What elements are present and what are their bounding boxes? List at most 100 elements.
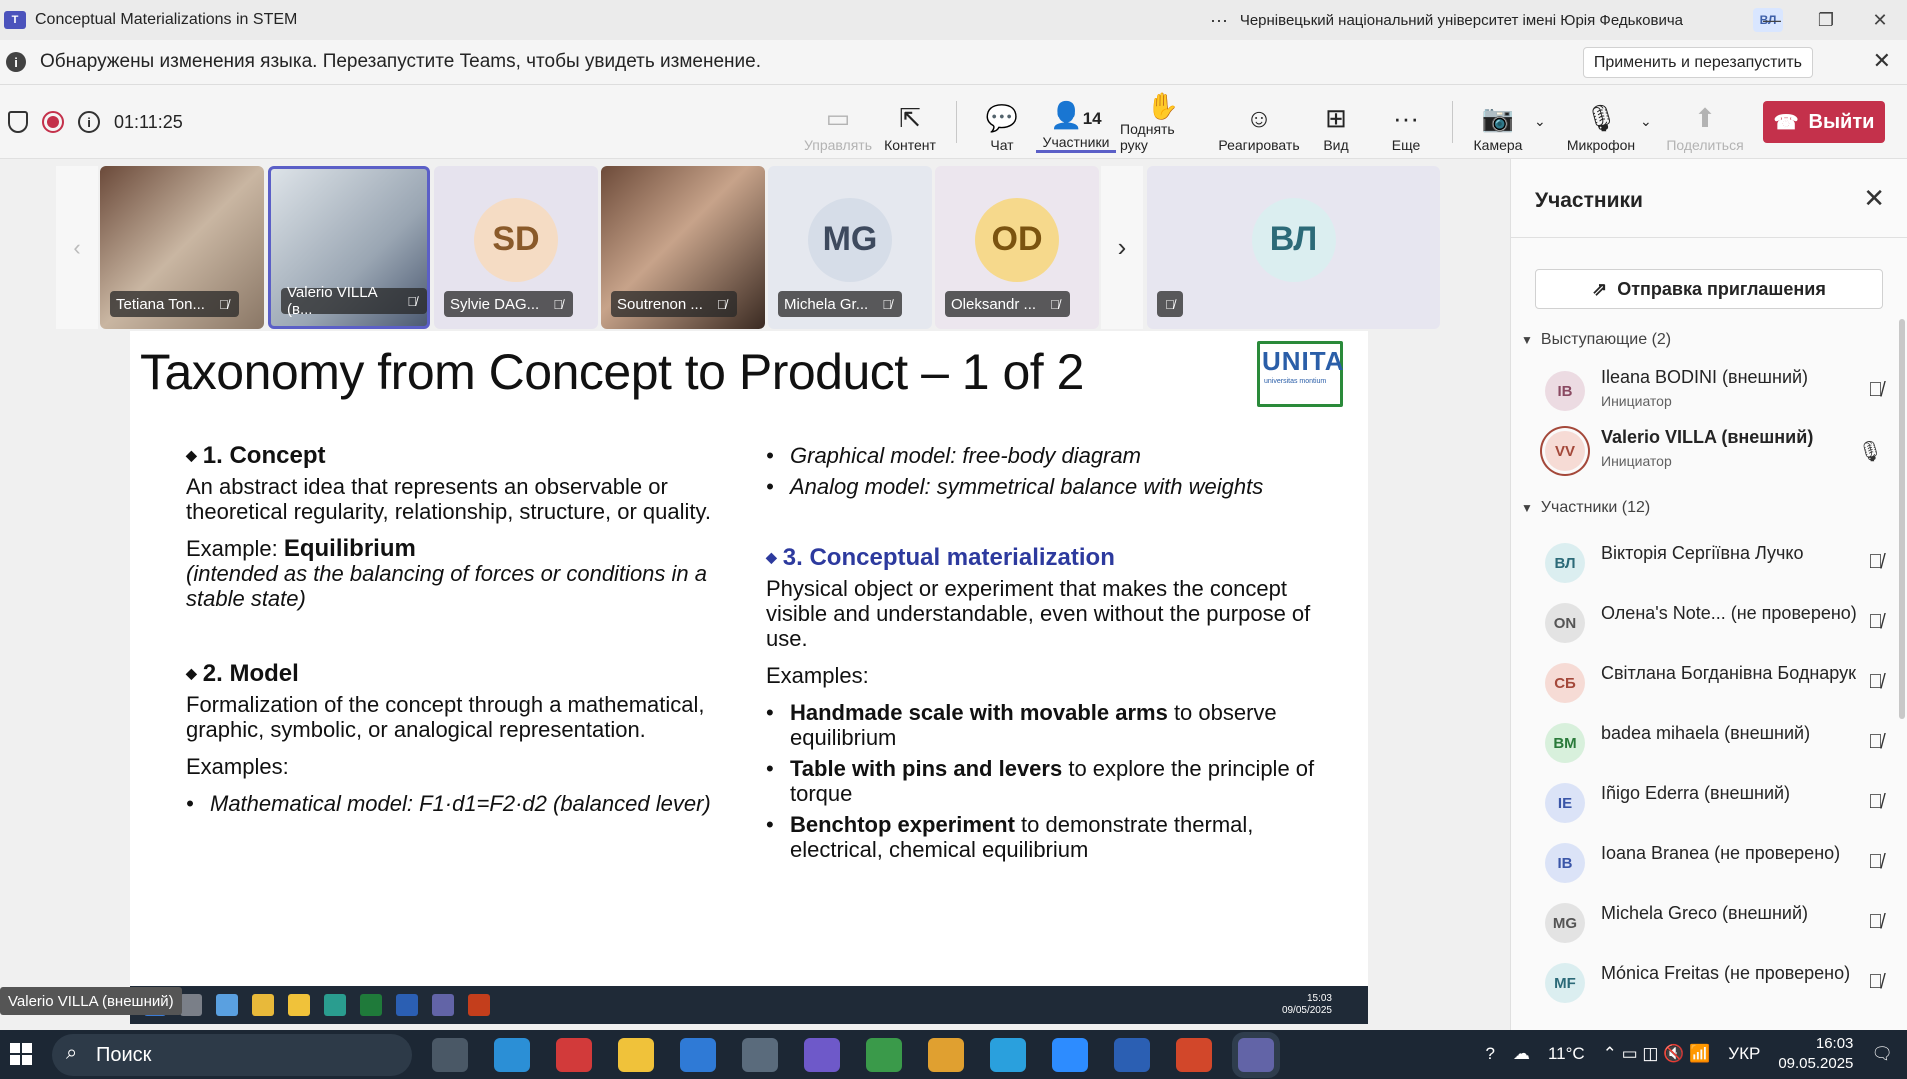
participant-tile[interactable]: Soutrenon ... 🎙̸ (601, 166, 765, 329)
model-heading: 2. Model (202, 660, 299, 687)
notifications-icon[interactable]: 🗨 (1871, 1044, 1893, 1064)
maximize-button[interactable]: ❐ (1799, 0, 1853, 40)
unita-logo: UNITA universitas montium (1257, 341, 1344, 407)
system-tray: ? ☁ 11°C ⌃ ▭ ◫ 🔇 📶 УКР 16:03 09.05.2025 🗨 (1485, 1034, 1893, 1074)
store-icon[interactable] (680, 1038, 716, 1072)
self-view-tile[interactable]: ВЛ 🎙̸ (1147, 166, 1440, 329)
view-button[interactable]: ⊞ Вид (1296, 91, 1376, 153)
participant-name: Michela Greco (внешний) (1601, 903, 1809, 923)
mic-off-icon: 🎙̸ (553, 296, 563, 312)
close-banner-icon[interactable]: ✕ (1873, 48, 1891, 74)
search-icon: ⌕ (66, 1042, 78, 1064)
share-label: Поделиться (1666, 137, 1744, 153)
cm-heading: 3. Conceptual materialization (782, 544, 1115, 571)
camera-button[interactable]: 📷 Камера (1458, 91, 1538, 153)
taskbar-search[interactable]: ⌕ Поиск (52, 1034, 412, 1076)
powerpoint-icon[interactable] (1176, 1038, 1212, 1072)
slide-left-column: ◆ 1. Concept An abstract idea that repres… (186, 443, 726, 822)
tile-avatar: OD (975, 197, 1059, 282)
participant-tile[interactable]: OD Oleksandr ... 🎙̸ (935, 166, 1099, 329)
minimize-button[interactable]: — (1745, 0, 1799, 40)
hand-icon: ✋ (1146, 91, 1180, 121)
app-icon[interactable] (556, 1038, 592, 1072)
react-button[interactable]: ☺ Реагировать (1216, 91, 1302, 153)
banner-text: Обнаружены изменения языка. Перезапустит… (40, 51, 761, 72)
participant-name: Ileana BODINI (внешний) (1601, 367, 1809, 387)
manage-button[interactable]: ▭ Управлять (798, 91, 878, 153)
camera-options-chevron-icon[interactable]: ⌄ (1534, 113, 1546, 130)
chrome-icon[interactable] (928, 1038, 964, 1072)
title-bar: T Conceptual Materializations in STEM ··… (0, 0, 1907, 40)
language-indicator[interactable]: УКР (1728, 1044, 1760, 1064)
mic-off-icon: 🎙̸ (1868, 851, 1883, 873)
participant-row[interactable]: СБ Світлана Богданівна Боднарук 🎙̸ (1535, 655, 1885, 711)
mic-off-icon: 🎙̸ (1868, 671, 1883, 693)
tray-icons[interactable]: ⌃ ▭ ◫ 🔇 📶 (1603, 1044, 1711, 1064)
cm-text: Physical object or experiment that makes… (766, 576, 1311, 651)
presenters-section-toggle[interactable]: ▼ Выступающие (2) (1521, 331, 1671, 349)
weather-icon[interactable]: ☁ (1513, 1044, 1530, 1064)
teams-icon[interactable] (1238, 1038, 1274, 1072)
meeting-info-icon[interactable]: i (78, 111, 100, 133)
teams-app-icon: T (4, 11, 26, 29)
chrome-icon[interactable] (866, 1038, 902, 1072)
attendees-section-toggle[interactable]: ▼ Участники (12) (1521, 499, 1650, 517)
participant-row[interactable]: VV Valerio VILLA (внешний) Инициатор 🎙 (1535, 423, 1885, 479)
participants-button[interactable]: 👤14 Участники (1036, 91, 1116, 153)
help-icon[interactable]: ? (1485, 1044, 1494, 1064)
recording-icon[interactable] (42, 111, 64, 133)
close-panel-icon[interactable]: ✕ (1863, 183, 1885, 214)
chat-button[interactable]: 💬 Чат (962, 91, 1042, 153)
weather-temp[interactable]: 11°C (1548, 1044, 1585, 1064)
participant-row[interactable]: ON Олена's Note... (не проверено) 🎙̸ (1535, 595, 1885, 651)
task-view-icon[interactable] (432, 1038, 468, 1072)
apply-restart-button[interactable]: Применить и перезапустить (1582, 47, 1813, 78)
participant-row[interactable]: MF Mónica Freitas (не проверено) 🎙̸ (1535, 955, 1885, 1011)
send-invite-button[interactable]: ⇗ Отправка приглашения (1535, 269, 1883, 309)
speaker-name-tag: Valerio VILLA (внешний) (0, 987, 182, 1015)
more-icon: ··· (1393, 103, 1419, 133)
participant-row[interactable]: IE Iñigo Ederra (внешний) 🎙̸ (1535, 775, 1885, 831)
participant-tile[interactable]: SD Sylvie DAG... 🎙̸ (434, 166, 598, 329)
participant-row[interactable]: MG Michela Greco (внешний) 🎙̸ (1535, 895, 1885, 951)
scroll-right-icon[interactable]: › (1101, 166, 1143, 329)
participant-tile[interactable]: MG Michela Gr... 🎙̸ (768, 166, 932, 329)
edge-icon[interactable] (494, 1038, 530, 1072)
participant-tile[interactable]: Tetiana Ton... 🎙̸ (100, 166, 264, 329)
participant-name: Valerio VILLA (внешний) (1601, 427, 1814, 447)
zoom-icon[interactable] (1052, 1038, 1088, 1072)
participant-row[interactable]: BM badea mihaela (внешний) 🎙̸ (1535, 715, 1885, 771)
panel-scrollbar[interactable] (1899, 319, 1905, 719)
participant-row[interactable]: ВЛ Вікторія Сергіївна Лучко 🎙̸ (1535, 535, 1885, 591)
file-explorer-icon[interactable] (618, 1038, 654, 1072)
more-button[interactable]: ··· Еще (1366, 91, 1446, 153)
taskbar-clock[interactable]: 16:03 09.05.2025 (1778, 1034, 1853, 1074)
viber-icon[interactable] (804, 1038, 840, 1072)
scroll-left-icon[interactable]: ‹ (56, 166, 98, 329)
participant-row[interactable]: IB Ioana Branea (не проверено) 🎙̸ (1535, 835, 1885, 891)
avatar: BM (1545, 723, 1585, 763)
tile-name: Valerio VILLA (в... 🎙̸ (281, 284, 427, 318)
avatar: IE (1545, 783, 1585, 823)
participant-row[interactable]: IB Ileana BODINI (внешний) Инициатор 🎙̸ (1535, 363, 1885, 419)
organization-name[interactable]: Чернівецький національний університет ім… (1240, 12, 1683, 29)
share-icon: ⬆ (1694, 103, 1716, 133)
word-icon[interactable] (1114, 1038, 1150, 1072)
manage-label: Управлять (804, 137, 872, 153)
close-window-button[interactable]: ✕ (1853, 0, 1907, 40)
mic-options-chevron-icon[interactable]: ⌄ (1640, 113, 1652, 130)
model-text: Formalization of the concept through a m… (186, 692, 705, 742)
mic-on-icon: 🎙 (1857, 441, 1883, 463)
app-icon[interactable] (742, 1038, 778, 1072)
telegram-icon[interactable] (990, 1038, 1026, 1072)
leave-button[interactable]: ☎ Выйти (1763, 101, 1885, 143)
tile-mic-status: 🎙̸ (1157, 291, 1183, 317)
share-button[interactable]: ⬆ Поделиться (1662, 91, 1748, 153)
microphone-button[interactable]: 🎙 Микрофон (1558, 91, 1644, 153)
tile-name: Tetiana Ton... 🎙̸ (110, 291, 239, 317)
windows-start-icon[interactable] (10, 1043, 32, 1065)
shield-icon[interactable] (8, 111, 28, 133)
raise-hand-button[interactable]: ✋ Поднять руку (1120, 91, 1206, 153)
participant-tile-active-speaker[interactable]: Valerio VILLA (в... 🎙̸ (268, 166, 430, 329)
content-button[interactable]: ⇱ Контент (870, 91, 950, 153)
